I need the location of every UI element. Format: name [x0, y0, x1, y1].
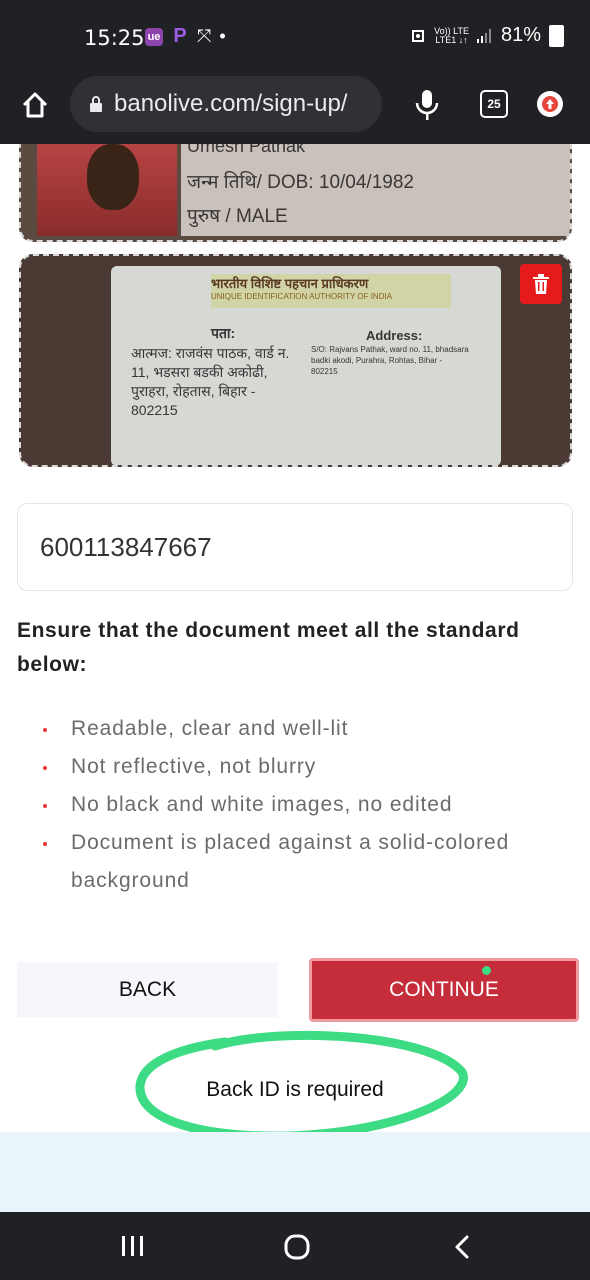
address-label-english: Address: [366, 328, 423, 343]
id-gender: पुरुष / MALE [187, 206, 288, 227]
lock-icon [90, 96, 102, 112]
picsart-icon: P [173, 25, 187, 47]
status-bar: 15:25 ue P ⤧ • Vo)) LTE LTE1 ↓↑ 81% [0, 0, 590, 72]
address-label-hindi: पता: [211, 325, 236, 341]
continue-button[interactable]: CONTINUE [309, 958, 579, 1022]
update-icon[interactable] [537, 91, 563, 117]
address-bar[interactable]: banolive.com/sign-up/ [70, 76, 382, 132]
network-indicator: Vo)) LTE LTE1 ↓↑ [434, 25, 469, 45]
requirement-item: Document is placed against a solid-color… [40, 824, 580, 900]
back-id-image: भारतीय विशिष्ट पहचान प्राधिकरण UNIQUE ID… [19, 254, 572, 467]
id-photo [37, 144, 177, 236]
requirement-item: Readable, clear and well-lit [40, 710, 580, 748]
mic-icon[interactable] [414, 88, 440, 122]
address-hindi: आत्मज: राजवंस पाठक, वार्ड न. 11, भडसरा ब… [131, 345, 290, 418]
url-text: banolive.com/sign-up/ [114, 90, 348, 117]
id-dob: जन्म तिथि/ DOB: 10/04/1982 [187, 172, 414, 193]
error-message: Back ID is required [206, 1078, 384, 1101]
id-name: Umesh Pathak [187, 144, 306, 156]
document-instructions: Ensure that the document meet all the st… [17, 619, 520, 676]
requirement-item: Not reflective, not blurry [40, 748, 580, 786]
continue-label: CONTINUE [389, 978, 499, 1001]
address-english: S/O: Rajvans Pathak, ward no. 11, bhadsa… [311, 345, 469, 376]
app-icon-ue: ue [145, 27, 163, 46]
requirement-item: No black and white images, no edited [40, 786, 580, 824]
dot-icon: • [219, 26, 226, 46]
signal-icon [476, 28, 491, 43]
system-status: Vo)) LTE LTE1 ↓↑ 81% [410, 24, 564, 47]
battery-percent: 81% [500, 24, 541, 46]
home-circle-icon[interactable] [284, 1234, 310, 1260]
delete-back-image-button[interactable] [520, 264, 562, 304]
id-number-value: 600113847667 [40, 531, 212, 562]
browser-toolbar: banolive.com/sign-up/ 25 [0, 72, 590, 144]
page-content: Umesh Pathak जन्म तिथि/ DOB: 10/04/1982 … [0, 144, 590, 1212]
touch-indicator [482, 966, 491, 975]
notification-icons: ue P ⤧ • [145, 25, 226, 47]
tabs-icon[interactable]: 25 [480, 90, 508, 118]
aadhaar-header: भारतीय विशिष्ट पहचान प्राधिकरण UNIQUE ID… [211, 274, 451, 308]
battery-icon [549, 24, 564, 47]
status-time: 15:25 [84, 26, 145, 50]
front-id-details: Umesh Pathak जन्म तिथि/ DOB: 10/04/1982 … [181, 144, 570, 236]
back-arrow-icon[interactable] [452, 1234, 472, 1260]
front-id-image: Umesh Pathak जन्म तिथि/ DOB: 10/04/1982 … [19, 144, 572, 242]
aadhaar-back: भारतीय विशिष्ट पहचान प्राधिकरण UNIQUE ID… [111, 266, 501, 465]
id-number-input[interactable]: 600113847667 [17, 503, 573, 591]
missed-call-icon: ⤧ [197, 26, 212, 46]
home-icon[interactable] [20, 90, 50, 120]
requirements-list: Readable, clear and well-lit Not reflect… [40, 710, 580, 900]
tabs-count: 25 [487, 97, 501, 111]
navigation-bar [0, 1212, 590, 1280]
recent-apps-icon[interactable] [120, 1234, 146, 1258]
screenshot-icon [412, 29, 425, 42]
trash-icon [533, 274, 549, 294]
back-button[interactable]: BACK [17, 962, 278, 1017]
footer-decoration [0, 1132, 590, 1212]
